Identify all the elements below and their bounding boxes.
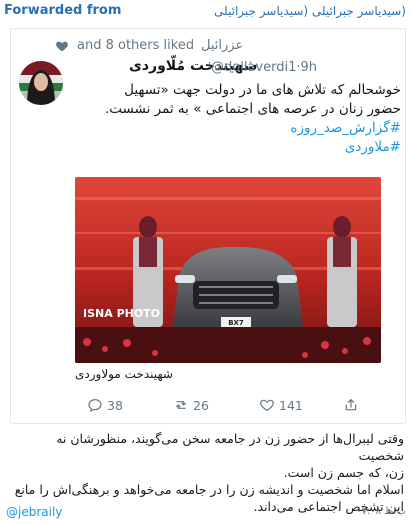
retweet-icon [176,401,186,409]
hashtag-link[interactable]: #گزارش_صد_روزه [71,119,401,138]
tweet-text-line: حضور زنان در عرصه های اجتماعی » به ثمر ن… [104,101,401,117]
reply-button[interactable]: 38 [87,397,123,413]
forwarded-label: Forwarded from [4,3,122,18]
liked-count-text: and 8 others liked [77,38,195,53]
hashtag-link[interactable]: #ملاوردی [71,138,401,157]
tweet-text-line: خوشحالم که تلاش های ما در دولت جهت «تسهی… [124,82,401,98]
media-caption: شهیندخت مولاوردی [75,367,173,381]
media-plate-text: BX7 [228,319,244,327]
author-handle[interactable]: @dollaverdi1·9h [211,60,317,75]
message-caption: وقتی لیبرال‌ها از حضور زن در جامعه سخن م… [0,430,412,515]
tweet-text: خوشحالم که تلاش های ما در دولت جهت «تسهی… [71,81,401,157]
reply-icon [88,399,102,413]
liked-by-name[interactable]: عزرائیل [201,38,243,53]
signature-link[interactable]: @jebraily [6,505,62,519]
avatar[interactable] [19,61,63,105]
car-showroom-photo: BX7 ISNA PHOTO [75,177,381,363]
caption-line: وقتی لیبرال‌ها از حضور زن در جامعه سخن م… [56,431,404,463]
like-button[interactable]: 141 [259,397,303,413]
caption-line: اسلام اما شخصیت و اندیشه زن را در جامعه … [14,482,404,497]
reply-count: 38 [107,397,123,413]
share-icon [345,399,357,411]
caption-line: زن، که جسم زن است. [283,465,404,480]
tweet-actions: 38 26 141 [71,395,401,415]
tweet-card[interactable]: and 8 others liked عزرائیل شهیندخت مُلّا… [10,28,406,424]
share-button[interactable] [343,397,359,413]
media-watermark: ISNA PHOTO [83,307,160,320]
heart-icon [260,399,274,412]
retweet-count: 26 [193,397,209,413]
channel-name-link[interactable]: (سیدیاسر جبرائیلی (سیدیاسر جبرائیلی [214,4,406,18]
like-count: 141 [279,397,303,413]
tweet-media-image[interactable]: BX7 ISNA PHOTO [75,177,381,363]
avatar-image [19,61,63,105]
forwarded-header[interactable]: Forwarded from (سیدیاسر جبرائیلی (سیدیاس… [0,0,412,22]
message-timestamp: ب.ظ ۰۷:۰۸ [356,506,406,517]
retweet-button[interactable]: 26 [173,397,209,413]
heart-icon [56,41,68,52]
tweet-author-row: شهیندخت مُلّاوردی @dollaverdi1·9h [71,58,401,79]
